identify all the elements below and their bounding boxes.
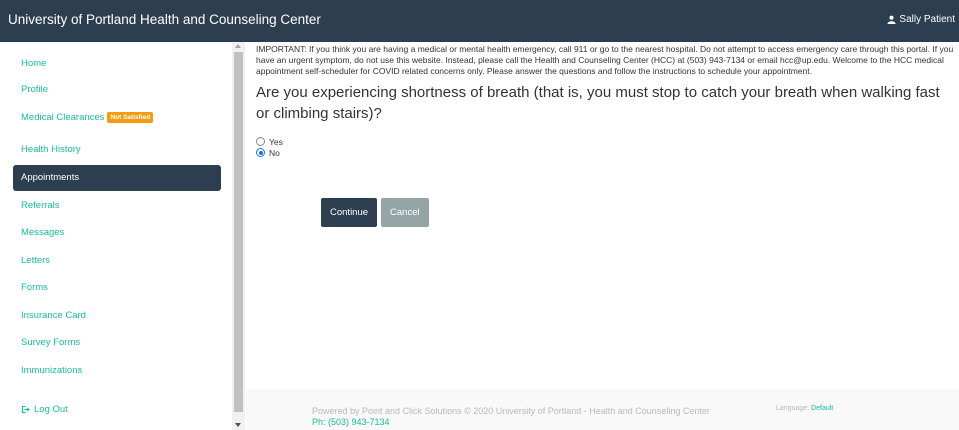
sidebar-item-label: Home [21,58,47,69]
sidebar-item-label: Messages [21,227,65,238]
sidebar-item-letters[interactable]: Letters [13,248,221,274]
sidebar-item-label: Insurance Card [21,310,86,321]
sidebar-item-health-history[interactable]: Health History [13,137,221,163]
sidebar-item-label: Referrals [21,200,60,211]
sidebar-item-home[interactable]: Home [13,51,221,77]
sidebar-scrollbar[interactable] [232,42,245,430]
sidebar-item-label: Profile [21,84,48,95]
sidebar-item-profile[interactable]: Profile [13,77,221,103]
logout-label: Log Out [34,404,68,415]
top-navbar: University of Portland Health and Counse… [0,0,959,42]
main-content: IMPORTANT: If you think you are having a… [256,44,959,227]
sidebar-item-label: Appointments [21,172,80,183]
logout-link[interactable]: Log Out [21,404,68,415]
app-title[interactable]: University of Portland Health and Counse… [8,12,321,27]
screening-question: Are you experiencing shortness of breath… [256,84,940,123]
yes-label: Yes [269,136,283,147]
language-label: Language: [776,405,810,412]
sign-out-icon [21,405,30,414]
language-selector: Language: Default [776,405,833,412]
sidebar-item-appointments[interactable]: Appointments [13,165,221,191]
sidebar-item-messages[interactable]: Messages [13,220,221,246]
yes-radio[interactable] [256,137,265,147]
sidebar-item-label: Letters [21,255,51,266]
emergency-notice: IMPORTANT: If you think you are having a… [256,44,954,76]
continue-button[interactable]: Continue [321,198,378,227]
sidebar-item-insurance-card[interactable]: Insurance Card [13,303,221,329]
scroll-up-icon[interactable] [235,44,241,48]
sidebar-item-label: Immunizations [21,365,83,376]
no-radio[interactable] [256,148,265,158]
form-actions: Continue Cancel [321,198,429,227]
scroll-down-icon[interactable] [235,423,241,427]
footer-phone[interactable]: Ph: (503) 943-7134 [312,417,390,427]
sidebar-item-immunizations[interactable]: Immunizations [13,358,221,384]
user-icon [887,15,896,24]
answer-options: Yes No [256,136,959,158]
scrollbar-thumb[interactable] [234,52,243,412]
option-yes[interactable]: Yes [256,136,959,147]
sidebar-item-label: Medical Clearances [21,112,105,123]
status-badge: Not Satisfied [107,112,154,123]
sidebar-item-label: Forms [21,282,48,293]
cancel-button[interactable]: Cancel [381,198,429,227]
sidebar-item-referrals[interactable]: Referrals [13,193,221,219]
user-name: Sally Patient [899,14,955,25]
sidebar-item-forms[interactable]: Forms [13,275,221,301]
sidebar: Home Profile Medical Clearances Not Satis… [0,42,231,430]
sidebar-item-medical-clearances[interactable]: Medical Clearances Not Satisfied [13,105,221,131]
footer: Powered by Point and Click Solutions © 2… [246,389,959,430]
option-no[interactable]: No [256,147,959,158]
language-default-link[interactable]: Default [811,405,833,412]
powered-by-text: Powered by Point and Click Solutions © 2… [312,406,710,416]
no-label: No [269,147,280,158]
sidebar-item-label: Survey Forms [21,337,81,348]
sidebar-item-label: Health History [21,144,81,155]
user-menu[interactable]: Sally Patient [887,14,955,25]
sidebar-item-survey-forms[interactable]: Survey Forms [13,330,221,356]
